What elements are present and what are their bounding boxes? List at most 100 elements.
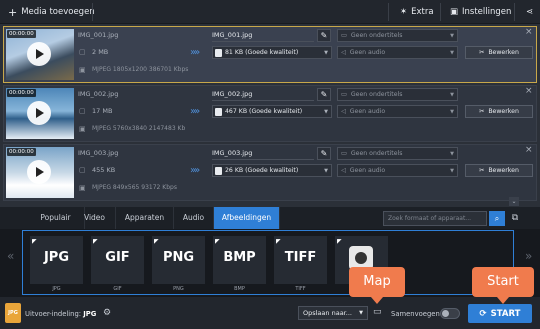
share-button[interactable]: ⋖ [518, 0, 540, 24]
subtitles-icon: ▭ [341, 32, 347, 39]
video-thumbnail[interactable]: 00:00:00 [6, 29, 74, 80]
settings-label: Instellingen [462, 7, 512, 17]
play-icon[interactable] [27, 101, 51, 125]
merge-toggle[interactable] [440, 308, 460, 319]
scroll-right-icon[interactable]: » [525, 249, 532, 263]
edit-button[interactable]: ✂ Bewerken [465, 105, 533, 118]
file-row[interactable]: 00:00:00 IMG_002.jpg ▢ 17 MB ▣ MJPEG 576… [3, 85, 537, 142]
tile-corner-icon: ◤ [215, 238, 220, 245]
file-size-icon: ▢ [79, 48, 86, 56]
output-format-icon: JPG [5, 303, 21, 323]
subtitles-dropdown[interactable]: ▭ Geen ondertitels ▼ [337, 147, 458, 160]
output-size-dropdown[interactable]: 467 KB (Goede kwaliteit) ▼ [212, 105, 332, 118]
tab-apparaten[interactable]: Apparaten [116, 207, 174, 229]
chevron-down-icon: ▼ [450, 91, 454, 98]
output-size-label: 26 KB (Goede kwaliteit) [225, 167, 299, 174]
edit-button[interactable]: ✂ Bewerken [465, 164, 533, 177]
save-to-dropdown[interactable]: Opslaan naar... ▼ [298, 306, 368, 320]
tab-video[interactable]: Video [74, 207, 116, 229]
close-icon[interactable]: × [525, 145, 533, 155]
settings-button[interactable]: ▣ Instellingen [442, 0, 519, 24]
output-size-label: 467 KB (Goede kwaliteit) [225, 108, 303, 115]
file-row[interactable]: 00:00:00 IMG_003.jpg ▢ 455 KB ▣ MJPEG 84… [3, 144, 537, 201]
edit-button-label: Bewerken [488, 167, 519, 174]
scroll-left-icon[interactable]: « [7, 249, 14, 263]
audio-dropdown[interactable]: ◁ Geen audio ▼ [337, 46, 458, 59]
subtitles-label: Geen ondertitels [350, 32, 403, 39]
output-size-dropdown[interactable]: 26 KB (Goede kwaliteit) ▼ [212, 164, 332, 177]
file-row[interactable]: 00:00:00 IMG_001.jpg ▢ 2 MB ▣ MJPEG 1805… [3, 26, 537, 83]
audio-label: Geen audio [349, 167, 386, 174]
chevron-down-icon: ▼ [450, 32, 454, 39]
format-tile[interactable]: ◤ JPG [30, 236, 83, 284]
audio-dropdown[interactable]: ◁ Geen audio ▼ [337, 164, 458, 177]
play-icon[interactable] [27, 42, 51, 66]
format-tabs: Populair Video Apparaten Audio Afbeeldin… [0, 207, 540, 229]
speaker-icon: ◁ [341, 108, 346, 115]
pencil-icon[interactable]: ✎ [317, 88, 331, 101]
convert-arrow-icon: »» [190, 106, 200, 117]
edit-button[interactable]: ✂ Bewerken [465, 46, 533, 59]
plus-icon: + [8, 5, 18, 19]
format-name: BMP [234, 286, 245, 292]
format-gallery: « » ◤ JPG JPG ◤ GIF GIF ◤ PNG PNG ◤ BMP BMP ◤ TI… [0, 229, 540, 297]
format-logo: JPG [43, 250, 70, 265]
input-file-info: MJPEG 1805x1200 386701 Kbps [92, 66, 189, 73]
refresh-icon: ⟳ [479, 308, 487, 319]
output-file-name[interactable]: IMG_001.jpg [212, 31, 314, 42]
speaker-icon: ◁ [341, 49, 346, 56]
chevron-down-icon: ▼ [450, 108, 454, 115]
subtitles-dropdown[interactable]: ▭ Geen ondertitels ▼ [337, 88, 458, 101]
output-file-name[interactable]: IMG_003.jpg [212, 149, 314, 160]
chevron-down-icon: ▼ [450, 150, 454, 157]
folder-icon[interactable]: ▭ [373, 307, 382, 317]
tab-afbeeldingen[interactable]: Afbeeldingen [214, 207, 280, 229]
output-size-dropdown[interactable]: 81 KB (Goede kwaliteit) ▼ [212, 46, 332, 59]
image-info-icon: ▣ [79, 184, 86, 192]
chevron-down-icon: ▼ [450, 167, 454, 174]
gear-icon[interactable]: ⚙ [103, 308, 111, 318]
format-tile[interactable]: ◤ PNG [152, 236, 205, 284]
callout-start: Start [472, 267, 534, 304]
output-format-value: JPG [83, 310, 97, 318]
pencil-icon[interactable]: ✎ [317, 147, 331, 160]
extra-label: Extra [411, 7, 434, 17]
divider [388, 3, 389, 21]
document-icon [215, 48, 222, 57]
start-label: START [490, 308, 521, 319]
callout-start-text: Start [487, 274, 519, 289]
format-tile[interactable]: ◤ TIFF [274, 236, 327, 284]
output-file-name[interactable]: IMG_002.jpg [212, 90, 314, 101]
extra-button[interactable]: ✶ Extra [392, 0, 442, 24]
audio-dropdown[interactable]: ◁ Geen audio ▼ [337, 105, 458, 118]
format-search-input[interactable]: Zoek formaat of apparaat... [383, 211, 487, 226]
timecode: 00:00:00 [7, 89, 36, 97]
pencil-icon[interactable]: ✎ [317, 29, 331, 42]
tile-corner-icon: ◤ [154, 238, 159, 245]
search-icon[interactable]: ⌕ [489, 211, 505, 226]
start-button[interactable]: ⟳ START [468, 304, 532, 323]
format-logo: PNG [162, 250, 195, 265]
subtitles-icon: ▭ [341, 150, 347, 157]
input-file-name: IMG_002.jpg [78, 90, 119, 98]
app-window: + Media toevoegen ✶ Extra ▣ Instellingen… [0, 0, 540, 329]
detect-device-icon[interactable]: ⧉ [507, 211, 523, 226]
subtitles-dropdown[interactable]: ▭ Geen ondertitels ▼ [337, 29, 458, 42]
input-file-name: IMG_001.jpg [78, 31, 119, 39]
input-file-size: 17 MB [92, 107, 113, 115]
close-icon[interactable]: × [525, 27, 533, 37]
subtitles-label: Geen ondertitels [350, 150, 403, 157]
output-size-label: 81 KB (Goede kwaliteit) [225, 49, 299, 56]
collapse-chevron-icon[interactable]: ⌄ [509, 197, 519, 206]
add-media-button[interactable]: + Media toevoegen [0, 0, 103, 24]
video-thumbnail[interactable]: 00:00:00 [6, 88, 74, 139]
play-icon[interactable] [27, 160, 51, 184]
document-icon [215, 107, 222, 116]
video-thumbnail[interactable]: 00:00:00 [6, 147, 74, 198]
tab-audio[interactable]: Audio [174, 207, 214, 229]
format-tile[interactable]: ◤ GIF [91, 236, 144, 284]
output-format: Uitvoer-indeling: JPG [25, 310, 96, 318]
format-tile[interactable]: ◤ BMP [213, 236, 266, 284]
format-name: GIF [113, 286, 122, 292]
close-icon[interactable]: × [525, 86, 533, 96]
